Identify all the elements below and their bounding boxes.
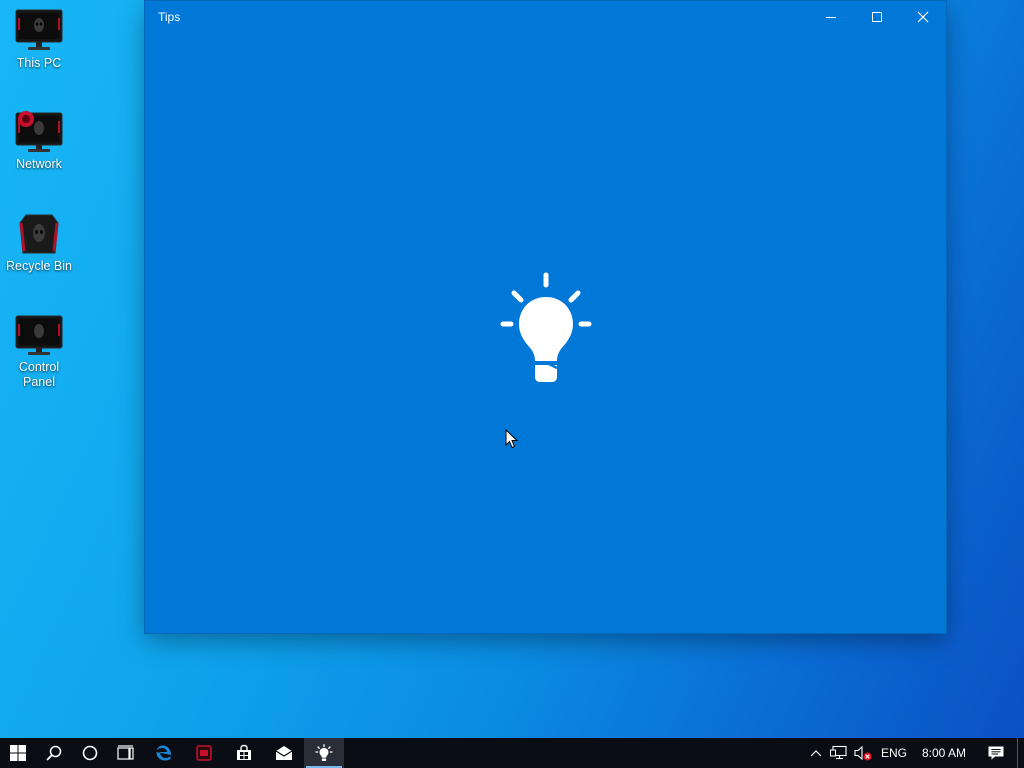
window-title: Tips xyxy=(158,10,181,24)
network-icon xyxy=(14,109,64,155)
task-view-button[interactable] xyxy=(108,738,144,768)
input-language-button[interactable]: ENG xyxy=(875,738,913,768)
taskbar-mail[interactable] xyxy=(264,738,304,768)
taskbar-game-app[interactable] xyxy=(184,738,224,768)
minimize-button[interactable] xyxy=(808,1,854,33)
task-view-icon xyxy=(117,745,134,760)
mouse-pointer-icon xyxy=(505,428,519,449)
minimize-icon xyxy=(826,17,836,18)
volume-button[interactable] xyxy=(851,738,875,768)
cortana-button[interactable] xyxy=(72,738,108,768)
title-bar[interactable]: Tips xyxy=(145,1,946,33)
action-center-button[interactable] xyxy=(975,738,1017,768)
edge-icon xyxy=(156,745,171,761)
cortana-icon xyxy=(82,745,98,761)
taskbar-edge[interactable] xyxy=(144,738,184,768)
mail-icon xyxy=(275,746,293,760)
desktop-icon-this-pc[interactable]: This PC xyxy=(0,8,78,71)
tips-icon xyxy=(315,744,333,761)
start-icon xyxy=(10,745,26,761)
desktop-icon-network[interactable]: Network xyxy=(0,109,78,172)
show-hidden-icons-button[interactable] xyxy=(805,738,827,768)
lightbulb-icon xyxy=(499,269,593,385)
taskbar-store[interactable] xyxy=(224,738,264,768)
clock[interactable]: 8:00 AM xyxy=(913,738,975,768)
maximize-button[interactable] xyxy=(854,1,900,33)
desktop-icon-label: This PC xyxy=(16,56,62,70)
desktop-icon-control-panel[interactable]: Control Panel xyxy=(0,312,78,390)
volume-muted-icon xyxy=(854,745,872,761)
notification-icon xyxy=(988,746,1004,760)
maximize-icon xyxy=(872,12,882,22)
desktop-icon-label: Control Panel xyxy=(18,360,60,389)
system-tray: ENG 8:00 AM xyxy=(805,738,1024,768)
monitor-icon xyxy=(14,8,64,54)
recycle-bin-icon xyxy=(14,211,64,257)
store-icon xyxy=(237,744,251,760)
start-button[interactable] xyxy=(0,738,36,768)
game-app-icon xyxy=(196,745,212,761)
network-status-button[interactable] xyxy=(827,738,851,768)
taskbar: ENG 8:00 AM xyxy=(0,738,1024,768)
desktop-icon-label: Recycle Bin xyxy=(6,259,72,273)
close-button[interactable] xyxy=(900,1,946,33)
show-desktop-button[interactable] xyxy=(1017,738,1024,768)
network-wired-icon xyxy=(830,745,847,760)
chevron-up-icon xyxy=(810,750,822,757)
taskbar-tips[interactable] xyxy=(304,738,344,768)
search-icon xyxy=(46,745,62,761)
control-panel-icon xyxy=(14,312,64,358)
close-icon xyxy=(917,11,929,23)
desktop-icon-label: Network xyxy=(16,157,62,171)
tips-window[interactable]: Tips xyxy=(145,1,946,633)
desktop-icon-recycle-bin[interactable]: Recycle Bin xyxy=(0,211,78,274)
search-button[interactable] xyxy=(36,738,72,768)
